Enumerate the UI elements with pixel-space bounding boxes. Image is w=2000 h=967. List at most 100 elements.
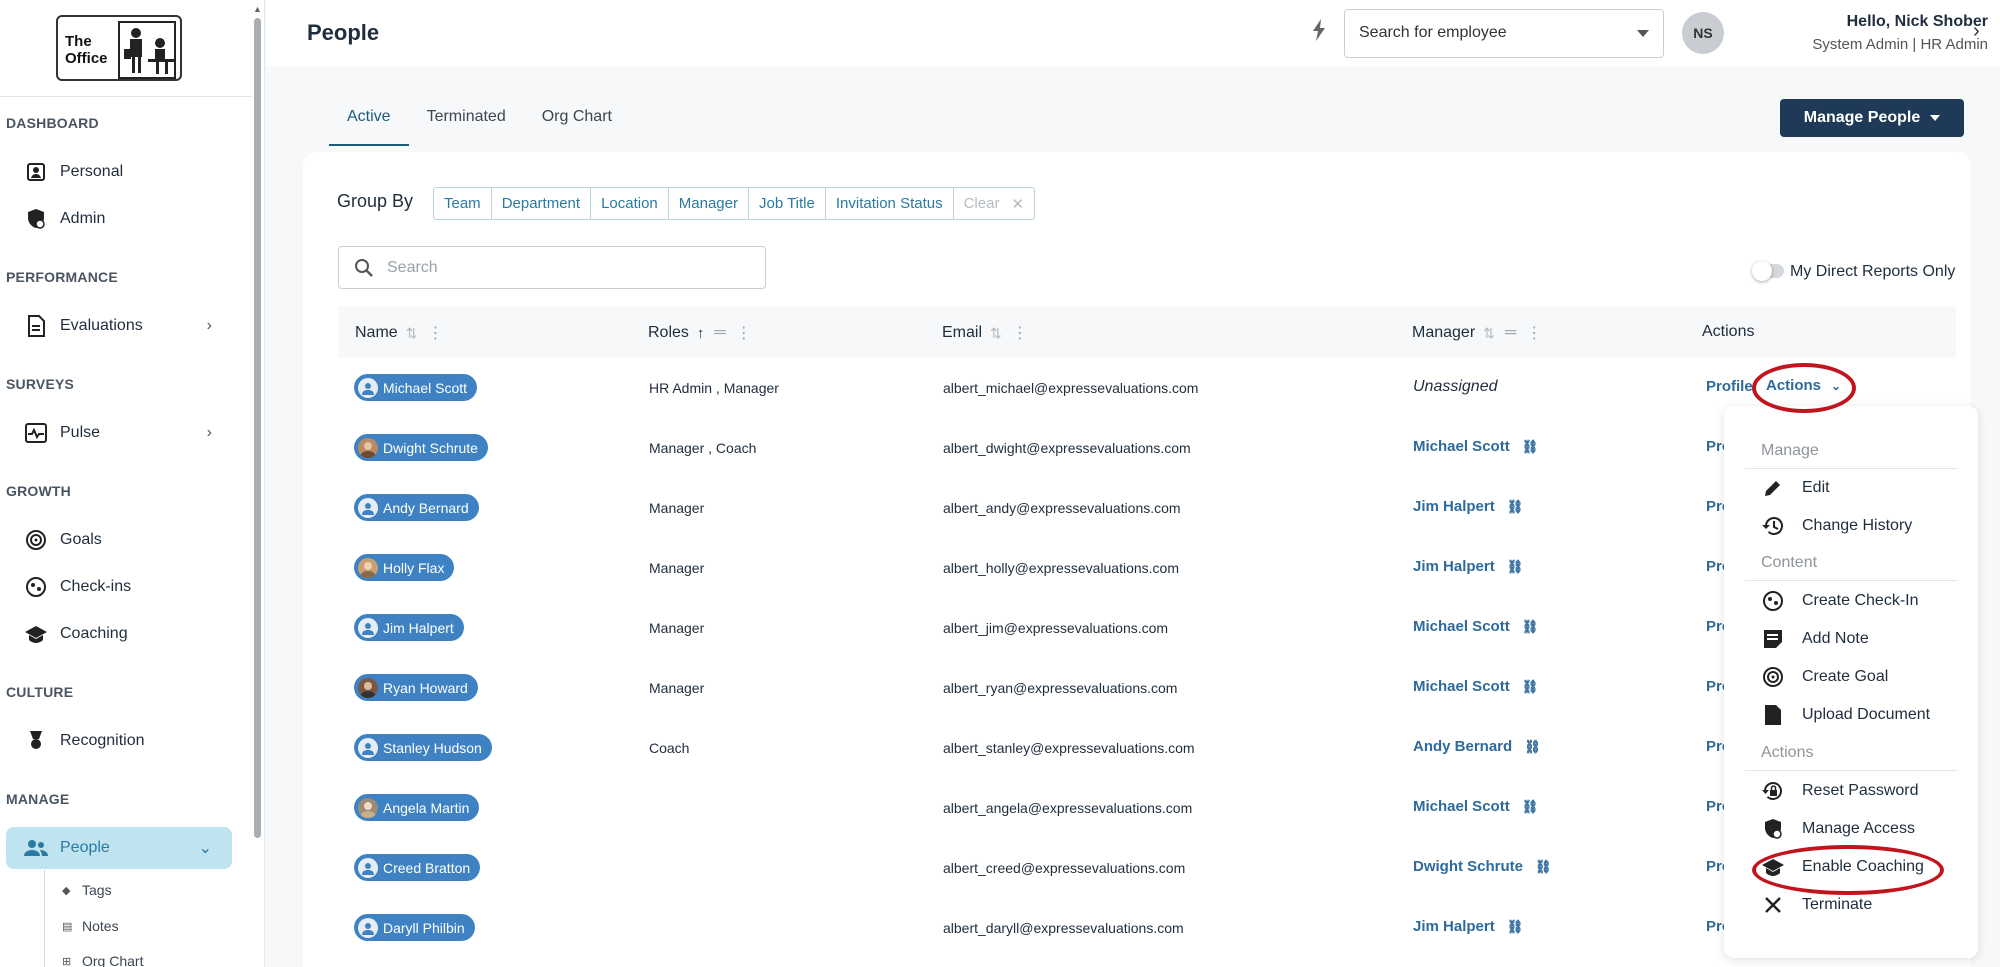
employee-name-pill[interactable]: Andy Bernard [354,494,479,521]
admin-shield-icon [1761,817,1785,841]
column-menu-icon[interactable]: ⋮ [1012,323,1028,343]
sidebar-item-people[interactable]: People ⌄ [6,827,232,869]
employee-name-pill[interactable]: Jim Halpert [354,614,464,641]
top-header: People Search for employee NS Hello, Nic… [266,0,2000,66]
link-icon: ⛓ [1521,798,1539,814]
employee-name-pill[interactable]: Michael Scott [354,374,478,401]
manager-link[interactable]: Dwight Schrute ⛓ [1413,858,1552,875]
checkin-icon [1761,589,1785,613]
column-manager[interactable]: Manager ⇅ ═ ⋮ [1412,323,1542,343]
sort-ascending-icon[interactable]: ↑ [697,325,705,342]
dropdown-caret-icon [1637,30,1649,37]
employee-name-pill[interactable]: Holly Flax [354,554,455,581]
sidebar-item-evaluations[interactable]: Evaluations › [24,308,234,344]
direct-reports-label: My Direct Reports Only [1790,263,1956,280]
tab-terminated[interactable]: Terminated [409,104,524,146]
roles-cell: Coach [649,740,690,756]
manager-link[interactable]: Michael Scott ⛓ [1413,678,1538,695]
chip-team[interactable]: Team [434,188,492,219]
document-icon [24,314,48,338]
history-icon [1761,514,1785,538]
menu-item-upload-document[interactable]: Upload Document [1761,703,1930,727]
sidebar-scrollbar[interactable]: ▲ [253,4,262,967]
column-menu-icon[interactable]: ⋮ [427,323,443,343]
menu-item-add-note[interactable]: Add Note [1761,627,1869,651]
sort-icon[interactable]: ⇅ [990,325,1002,342]
sidebar-item-label: Check-ins [60,578,132,595]
chip-clear[interactable]: Clear ✕ [954,188,1034,219]
column-menu-icon[interactable]: ⋮ [736,323,752,343]
sidebar-subitem-tags[interactable]: ◆ Tags [62,882,112,898]
manager-link[interactable]: Michael Scott ⛓ [1413,438,1538,455]
sidebar-item-checkins[interactable]: Check-ins [24,569,234,605]
menu-item-edit[interactable]: Edit [1761,476,1830,500]
menu-item-create-checkin[interactable]: Create Check-In [1761,589,1919,613]
menu-separator [1745,468,1957,469]
menu-item-change-history[interactable]: Change History [1761,514,1912,538]
direct-reports-toggle[interactable] [1752,261,1784,281]
manage-people-button[interactable]: Manage People [1780,99,1964,137]
chip-job-title[interactable]: Job Title [749,188,826,219]
roles-cell: Manager [649,680,705,696]
highlight-ring-actions [1752,363,1856,413]
chip-department[interactable]: Department [492,188,592,219]
employee-name-pill[interactable]: Daryll Philbin [354,914,475,941]
email-cell: albert_creed@expressevaluations.com [943,860,1186,876]
roles-cell: Manager , Coach [649,440,757,456]
menu-item-reset-password[interactable]: Reset Password [1761,779,1919,803]
sidebar-item-coaching[interactable]: Coaching [24,616,234,652]
chip-location[interactable]: Location [591,188,669,219]
manager-link[interactable]: Jim Halpert ⛓ [1413,558,1523,575]
user-avatar[interactable]: NS [1682,12,1724,54]
sidebar-item-admin[interactable]: Admin [24,201,234,237]
lightning-icon[interactable] [1312,19,1326,47]
manager-link[interactable]: Michael Scott ⛓ [1413,618,1538,635]
menu-item-create-goal[interactable]: Create Goal [1761,665,1888,689]
employee-name-pill[interactable]: Ryan Howard [354,674,478,701]
manager-link[interactable]: Jim Halpert ⛓ [1413,918,1523,935]
roles-cell: HR Admin , Manager [649,380,779,396]
group-lines-icon[interactable]: ═ [1505,324,1516,342]
scroll-up-icon[interactable]: ▲ [253,4,262,14]
chip-manager[interactable]: Manager [669,188,749,219]
menu-header-manage: Manage [1761,442,1819,459]
tab-active[interactable]: Active [329,104,409,146]
menu-header-content: Content [1761,554,1818,571]
sidebar-item-personal[interactable]: Personal [24,154,234,190]
menu-item-terminate[interactable]: Terminate [1761,893,1872,917]
sidebar-item-label: Pulse [60,424,101,441]
sidebar-item-label: Admin [60,210,106,227]
menu-item-manage-access[interactable]: Manage Access [1761,817,1915,841]
manager-link[interactable]: Michael Scott ⛓ [1413,798,1538,815]
sidebar-subitem-org-chart[interactable]: ⊞ Org Chart [62,953,143,967]
search-icon [354,258,374,283]
group-lines-icon[interactable]: ═ [714,324,725,342]
employee-name-pill[interactable]: Stanley Hudson [354,734,492,761]
sidebar-item-label: Coaching [60,625,128,642]
column-actions: Actions [1702,323,1755,340]
scrollbar-thumb[interactable] [254,18,261,838]
column-roles[interactable]: Roles ↑ ═ ⋮ [648,323,752,343]
employee-search-select[interactable]: Search for employee [1344,9,1664,58]
sort-icon[interactable]: ⇅ [1483,325,1495,342]
manager-link[interactable]: Jim Halpert ⛓ [1413,498,1523,515]
tab-org-chart[interactable]: Org Chart [524,104,630,146]
employee-name-pill[interactable]: Dwight Schrute [354,434,488,461]
sidebar-subitem-notes[interactable]: ▤ Notes [62,918,119,934]
search-input[interactable]: Search [338,246,766,289]
app-logo[interactable]: The Office [56,15,182,81]
sidebar-item-recognition[interactable]: Recognition [24,723,234,759]
employee-name-pill[interactable]: Creed Bratton [354,854,481,881]
logo-figures-icon [118,21,176,79]
manager-link[interactable]: Andy Bernard ⛓ [1413,738,1541,755]
column-menu-icon[interactable]: ⋮ [1526,323,1542,343]
profile-link[interactable]: Profile [1706,378,1753,395]
chip-invitation-status[interactable]: Invitation Status [826,188,954,219]
employee-name-pill[interactable]: Angela Martin [354,794,480,821]
sort-icon[interactable]: ⇅ [406,325,418,342]
sidebar-item-pulse[interactable]: Pulse › [24,415,234,451]
sidebar-item-goals[interactable]: Goals [24,522,234,558]
column-email[interactable]: Email ⇅ ⋮ [942,323,1028,343]
column-name[interactable]: Name ⇅ ⋮ [355,323,443,343]
chevron-right-icon[interactable]: › [1973,20,1980,43]
